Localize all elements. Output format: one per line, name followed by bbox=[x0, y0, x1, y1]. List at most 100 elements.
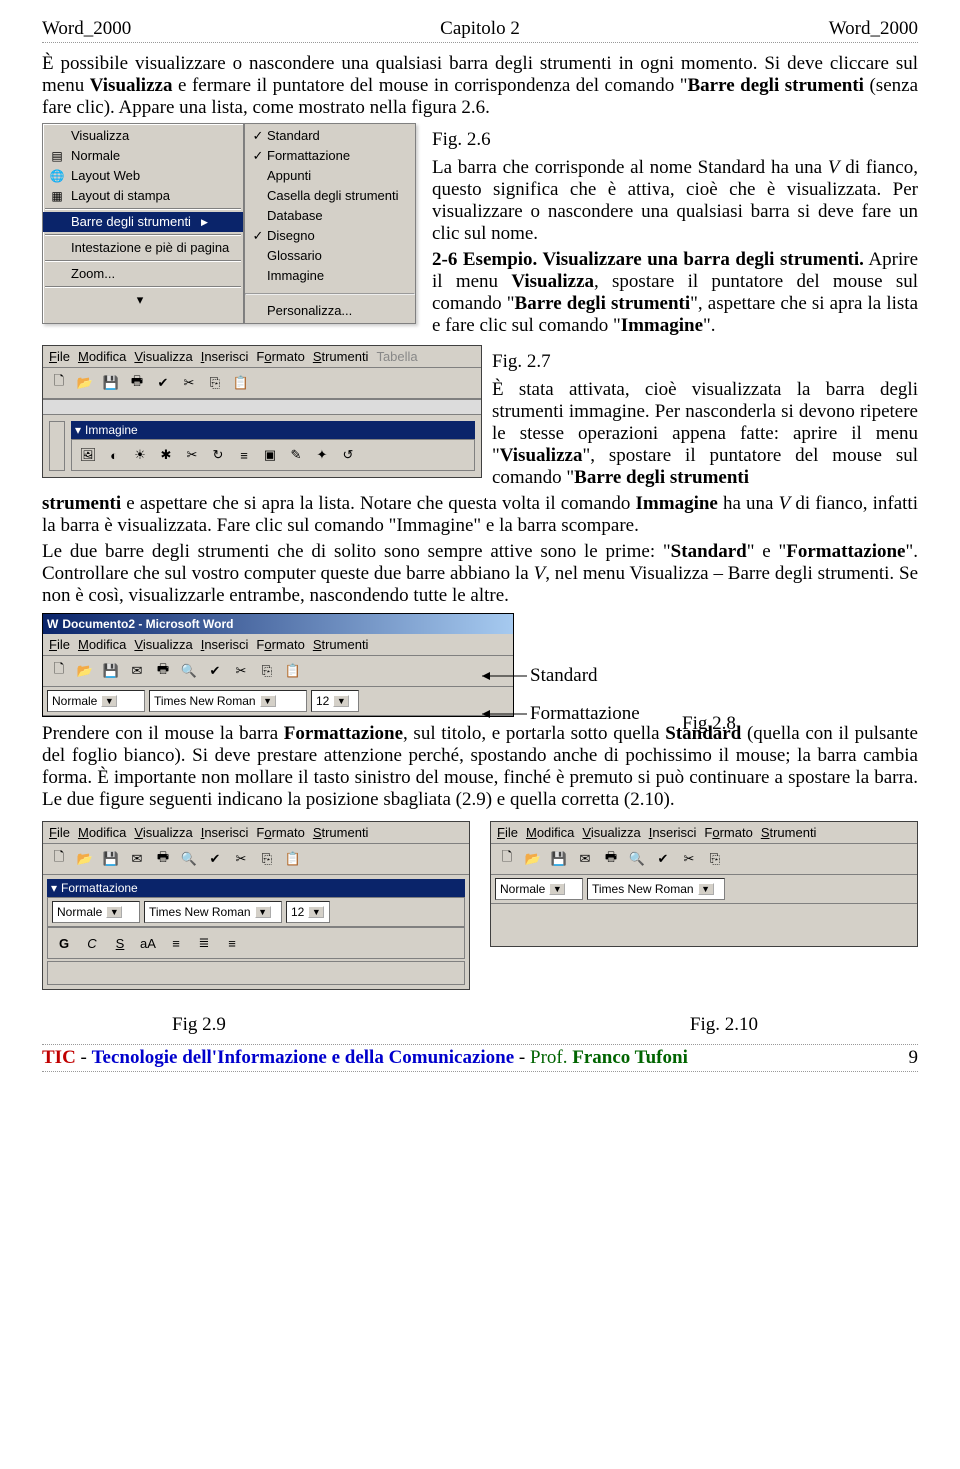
sub-standard[interactable]: ✓Standard bbox=[245, 126, 415, 146]
format-picture-icon[interactable]: ✎ bbox=[284, 443, 308, 467]
crop-icon[interactable]: ✂ bbox=[180, 443, 204, 467]
menu-inserisci[interactable]: Inserisci bbox=[201, 637, 249, 652]
menu-zoom[interactable]: Zoom... bbox=[43, 264, 243, 284]
menu-visualizza[interactable]: Visualizza bbox=[43, 126, 243, 146]
chevron-down-icon[interactable]: ▼ bbox=[101, 695, 117, 707]
cut-icon[interactable]: ✂ bbox=[177, 371, 201, 395]
italic-icon[interactable]: C bbox=[80, 931, 104, 955]
save-icon[interactable]: 💾 bbox=[547, 847, 571, 871]
font-combo[interactable]: Times New Roman▼ bbox=[144, 901, 282, 923]
copy-icon[interactable]: ⎘ bbox=[203, 371, 227, 395]
contrast-icon[interactable]: ◐ bbox=[102, 443, 126, 467]
style-combo[interactable]: Normale▼ bbox=[52, 901, 140, 923]
spellcheck-icon[interactable]: ✔ bbox=[203, 659, 227, 683]
menu-file[interactable]: File bbox=[49, 637, 70, 652]
menu-normale[interactable]: ▤Normale bbox=[43, 146, 243, 166]
sub-casella[interactable]: Casella degli strumenti bbox=[245, 186, 415, 206]
print-icon[interactable]: 🖶 bbox=[599, 847, 623, 871]
wrap-icon[interactable]: ▣ bbox=[258, 443, 282, 467]
para-2: La barra che corrisponde al nome Standar… bbox=[432, 157, 918, 245]
chevron-down-icon[interactable]: ▼ bbox=[333, 695, 349, 707]
open-icon[interactable]: 📂 bbox=[73, 371, 97, 395]
cut-icon[interactable]: ✂ bbox=[229, 659, 253, 683]
cut-icon[interactable]: ✂ bbox=[677, 847, 701, 871]
spellcheck-icon[interactable]: ✔ bbox=[151, 371, 175, 395]
open-icon[interactable]: 📂 bbox=[73, 659, 97, 683]
menu-tabella[interactable]: Tabella bbox=[376, 349, 417, 364]
preview-icon[interactable]: 🔍 bbox=[177, 659, 201, 683]
brightness-up-icon[interactable]: ☀ bbox=[128, 443, 152, 467]
style-combo[interactable]: Normale▼ bbox=[495, 878, 583, 900]
sub-appunti[interactable]: Appunti bbox=[245, 166, 415, 186]
sub-personalizza[interactable]: Personalizza... bbox=[245, 301, 415, 321]
new-icon[interactable]: 🗋 bbox=[47, 847, 71, 871]
menu-layout-web[interactable]: 🌐Layout Web bbox=[43, 166, 243, 186]
font-combo[interactable]: Times New Roman▼ bbox=[587, 878, 725, 900]
sub-glossario[interactable]: Glossario bbox=[245, 246, 415, 266]
sub-immagine[interactable]: Immagine bbox=[245, 266, 415, 286]
transparent-icon[interactable]: ✦ bbox=[310, 443, 334, 467]
size-combo[interactable]: 12▼ bbox=[311, 690, 359, 712]
mail-icon[interactable]: ✉ bbox=[125, 659, 149, 683]
align-right-icon[interactable]: ≡ bbox=[220, 931, 244, 955]
new-icon[interactable]: 🗋 bbox=[47, 371, 71, 395]
sub-disegno[interactable]: ✓Disegno bbox=[245, 226, 415, 246]
align-left-icon[interactable]: ≡ bbox=[164, 931, 188, 955]
line-style-icon[interactable]: ≡ bbox=[232, 443, 256, 467]
menu-layout-stampa[interactable]: ▦Layout di stampa bbox=[43, 186, 243, 206]
brightness-down-icon[interactable]: ✱ bbox=[154, 443, 178, 467]
style-combo[interactable]: Normale▼ bbox=[47, 690, 145, 712]
open-icon[interactable]: 📂 bbox=[521, 847, 545, 871]
cut-icon[interactable]: ✂ bbox=[229, 847, 253, 871]
save-icon[interactable]: 💾 bbox=[99, 847, 123, 871]
bold-icon[interactable]: G bbox=[52, 931, 76, 955]
insert-image-icon[interactable]: 🖼 bbox=[76, 443, 100, 467]
menu-formato[interactable]: Formato bbox=[256, 349, 304, 364]
immagine-toolbar-title[interactable]: ▾Immagine bbox=[71, 421, 475, 439]
menu-expand-icon[interactable]: ▾ bbox=[43, 290, 243, 310]
copy-icon[interactable]: ⎘ bbox=[255, 659, 279, 683]
copy-icon[interactable]: ⎘ bbox=[255, 847, 279, 871]
paste-icon[interactable]: 📋 bbox=[281, 847, 305, 871]
paste-icon[interactable]: 📋 bbox=[229, 371, 253, 395]
copy-icon[interactable]: ⎘ bbox=[703, 847, 727, 871]
new-icon[interactable]: 🗋 bbox=[495, 847, 519, 871]
spellcheck-icon[interactable]: ✔ bbox=[203, 847, 227, 871]
reset-icon[interactable]: ↺ bbox=[336, 443, 360, 467]
menu-intestazione[interactable]: Intestazione e piè di pagina bbox=[43, 238, 243, 258]
rotate-icon[interactable]: ↻ bbox=[206, 443, 230, 467]
open-icon[interactable]: 📂 bbox=[73, 847, 97, 871]
menu-visualizza[interactable]: Visualizza bbox=[134, 349, 192, 364]
paste-icon[interactable]: 📋 bbox=[281, 659, 305, 683]
spellcheck-icon[interactable]: ✔ bbox=[651, 847, 675, 871]
menu-formato[interactable]: Formato bbox=[256, 637, 304, 652]
new-icon[interactable]: 🗋 bbox=[47, 659, 71, 683]
print-icon[interactable]: 🖶 bbox=[125, 371, 149, 395]
menu-strumenti[interactable]: Strumenti bbox=[313, 637, 369, 652]
preview-icon[interactable]: 🔍 bbox=[177, 847, 201, 871]
title-bar: W Documento2 - Microsoft Word bbox=[43, 614, 513, 634]
chevron-down-icon[interactable]: ▼ bbox=[260, 695, 276, 707]
menu-visualizza[interactable]: Visualizza bbox=[134, 637, 192, 652]
size-combo[interactable]: 12▼ bbox=[286, 901, 330, 923]
sub-database[interactable]: Database bbox=[245, 206, 415, 226]
menu-modifica[interactable]: Modifica bbox=[78, 349, 126, 364]
save-icon[interactable]: 💾 bbox=[99, 659, 123, 683]
menu-barre-strumenti[interactable]: Barre degli strumenti bbox=[43, 212, 243, 232]
print-icon[interactable]: 🖶 bbox=[151, 847, 175, 871]
print-icon[interactable]: 🖶 bbox=[151, 659, 175, 683]
preview-icon[interactable]: 🔍 bbox=[625, 847, 649, 871]
mail-icon[interactable]: ✉ bbox=[573, 847, 597, 871]
save-icon[interactable]: 💾 bbox=[99, 371, 123, 395]
menu-inserisci[interactable]: Inserisci bbox=[201, 349, 249, 364]
mail-icon[interactable]: ✉ bbox=[125, 847, 149, 871]
sub-formattazione[interactable]: ✓Formattazione bbox=[245, 146, 415, 166]
formattazione-float-title[interactable]: ▾Formattazione bbox=[47, 879, 465, 897]
align-center-icon[interactable]: ≣ bbox=[192, 931, 216, 955]
menu-modifica[interactable]: Modifica bbox=[78, 637, 126, 652]
menu-strumenti[interactable]: Strumenti bbox=[313, 349, 369, 364]
font-combo[interactable]: Times New Roman▼ bbox=[149, 690, 307, 712]
case-icon[interactable]: aA bbox=[136, 931, 160, 955]
menu-file[interactable]: File bbox=[49, 349, 70, 364]
underline-icon[interactable]: S bbox=[108, 931, 132, 955]
